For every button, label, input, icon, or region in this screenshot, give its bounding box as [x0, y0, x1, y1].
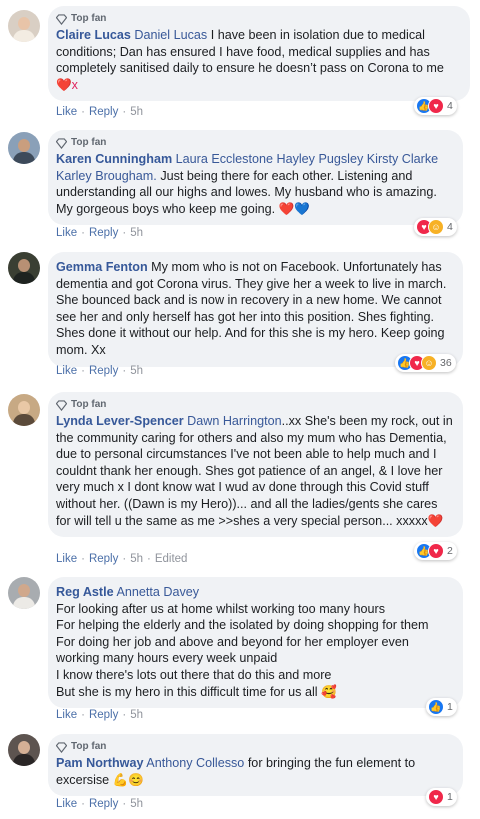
comment-bubble: Top fan Pam Northway Anthony Collesso fo… [48, 734, 463, 797]
emoji: 💪😊 [112, 772, 145, 787]
comment-body: Pam Northway Anthony Collesso for bringi… [56, 755, 453, 788]
reaction-count: 36 [440, 357, 452, 369]
like-link[interactable]: Like [56, 798, 77, 810]
avatar[interactable] [8, 252, 40, 284]
care-reaction-icon: ☺ [428, 219, 444, 235]
reaction-count: 1 [447, 701, 453, 713]
comment-body: Karen Cunningham Laura Ecclestone Hayley… [56, 151, 453, 217]
comment-line: For doing her job and above and beyond f… [56, 634, 409, 666]
avatar[interactable] [8, 734, 40, 766]
comment-actions: Like · Reply · 5h · Edited [56, 553, 188, 565]
comment-line: For helping the elderly and the isolated… [56, 618, 429, 633]
reply-link[interactable]: Reply [89, 106, 118, 118]
comment-actions: Like · Reply · 5h [56, 709, 143, 721]
love-reaction-icon: ♥ [428, 543, 444, 559]
like-link[interactable]: Like [56, 227, 77, 239]
top-fan-badge: Top fan [56, 136, 453, 150]
timestamp[interactable]: 5h [130, 709, 143, 721]
comment-author[interactable]: Reg Astle [56, 585, 114, 599]
like-link[interactable]: Like [56, 106, 77, 118]
comment-bubble: Top fan Lynda Lever-Spencer Dawn Harring… [48, 392, 463, 538]
diamond-icon [56, 13, 67, 25]
heart-emoji: ❤️x [56, 77, 78, 92]
comment-actions: Like · Reply · 5h [56, 227, 143, 239]
comment-bubble: Reg Astle Annetta Davey For looking afte… [48, 577, 463, 709]
comment-body: Lynda Lever-Spencer Dawn Harrington..xx … [56, 413, 453, 529]
reaction-summary[interactable]: ♥ ☺ 4 [414, 218, 457, 236]
comment-bubble: Top fan Claire Lucas Daniel Lucas I have… [48, 6, 470, 102]
top-fan-badge: Top fan [56, 12, 460, 26]
heart-emoji: ❤️ [427, 513, 444, 528]
like-link[interactable]: Like [56, 553, 77, 565]
reaction-count: 4 [447, 221, 453, 233]
comment-actions: Like · Reply · 5h [56, 798, 143, 810]
reaction-count: 4 [447, 100, 453, 112]
avatar[interactable] [8, 394, 40, 426]
timestamp[interactable]: 5h [130, 553, 143, 565]
reply-link[interactable]: Reply [89, 798, 118, 810]
reply-link[interactable]: Reply [89, 709, 118, 721]
comment-line: But she is my hero in this difficult tim… [56, 684, 337, 699]
top-fan-badge: Top fan [56, 740, 453, 754]
comment-body: Reg Astle Annetta Davey [56, 584, 453, 601]
love-reaction-icon: ♥ [428, 789, 444, 805]
comment-line: I know there's lots out there that do th… [56, 667, 332, 682]
comment-actions: Like · Reply · 5h [56, 106, 143, 118]
timestamp[interactable]: 5h [130, 365, 143, 377]
comment-body: Gemma Fenton My mom who is not on Facebo… [56, 259, 453, 359]
reaction-summary[interactable]: 👍 1 [426, 698, 457, 716]
top-fan-badge: Top fan [56, 398, 453, 412]
care-reaction-icon: ☺ [421, 355, 437, 371]
diamond-icon [56, 399, 67, 411]
avatar[interactable] [8, 10, 40, 42]
like-link[interactable]: Like [56, 709, 77, 721]
avatar[interactable] [8, 577, 40, 609]
reply-link[interactable]: Reply [89, 365, 118, 377]
comment-author[interactable]: Karen Cunningham [56, 152, 172, 166]
like-link[interactable]: Like [56, 365, 77, 377]
comment-text: My mom who is not on Facebook. Unfortuna… [56, 260, 447, 357]
reaction-summary[interactable]: 👍 ♥ 4 [414, 97, 457, 115]
comment-text: ..xx She's been my rock, out in the comm… [56, 414, 453, 528]
diamond-icon [56, 137, 67, 149]
comment-author[interactable]: Claire Lucas [56, 28, 131, 42]
comment-author[interactable]: Pam Northway [56, 756, 143, 770]
reaction-summary[interactable]: 👍 ♥ ☺ 36 [395, 354, 456, 372]
reaction-summary[interactable]: 👍 ♥ 2 [414, 542, 457, 560]
mention[interactable]: Anthony Collesso [146, 756, 244, 770]
reply-link[interactable]: Reply [89, 553, 118, 565]
comment-bubble: Gemma Fenton My mom who is not on Facebo… [48, 252, 463, 367]
comment-author[interactable]: Lynda Lever-Spencer [56, 414, 184, 428]
diamond-icon [56, 741, 67, 753]
heart-emoji: ❤️💙 [278, 201, 310, 216]
reaction-count: 2 [447, 545, 453, 557]
comment-author[interactable]: Gemma Fenton [56, 260, 148, 274]
timestamp[interactable]: 5h [130, 798, 143, 810]
mention[interactable]: Annetta Davey [116, 585, 199, 599]
love-reaction-icon: ♥ [428, 98, 444, 114]
comment-bubble: Top fan Karen Cunningham Laura Eccleston… [48, 130, 463, 226]
edited-label[interactable]: Edited [155, 553, 188, 565]
mention[interactable]: Dawn Harrington [187, 414, 282, 428]
comment-body: Claire Lucas Daniel Lucas I have been in… [56, 27, 460, 93]
comment-actions: Like · Reply · 5h [56, 365, 143, 377]
timestamp[interactable]: 5h [130, 106, 143, 118]
reaction-count: 1 [447, 791, 453, 803]
like-reaction-icon: 👍 [428, 699, 444, 715]
reaction-summary[interactable]: ♥ 1 [426, 788, 457, 806]
comment-line: For looking after us at home whilst work… [56, 601, 385, 616]
mention[interactable]: Daniel Lucas [134, 28, 207, 42]
avatar[interactable] [8, 132, 40, 164]
timestamp[interactable]: 5h [130, 227, 143, 239]
reply-link[interactable]: Reply [89, 227, 118, 239]
